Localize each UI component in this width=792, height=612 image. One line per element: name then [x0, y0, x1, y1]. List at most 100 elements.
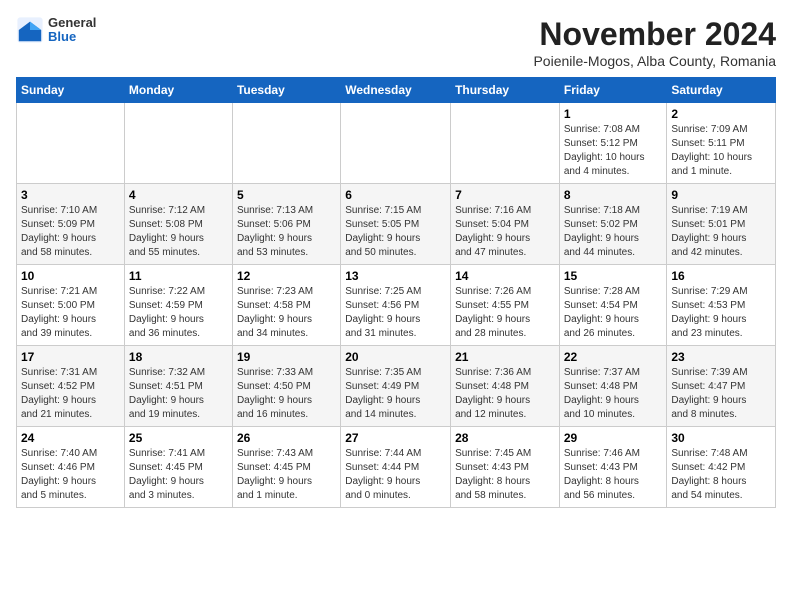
day-detail: Sunrise: 7:48 AMSunset: 4:42 PMDaylight:…: [671, 447, 771, 503]
day-number: 15: [564, 269, 663, 283]
calendar-cell: 11Sunrise: 7:22 AMSunset: 4:59 PMDayligh…: [124, 265, 232, 346]
day-detail: Sunrise: 7:25 AMSunset: 4:56 PMDaylight:…: [345, 285, 446, 341]
calendar-cell: 15 Sunrise: 7:28 AMSunset: 4:54 PMDayligh…: [559, 265, 667, 346]
weekday-header: Friday: [559, 78, 667, 103]
logo-general: General: [48, 16, 96, 30]
calendar-cell: 22 Sunrise: 7:37 AMSunset: 4:48 PMDayligh…: [559, 346, 667, 427]
logo: General Blue: [16, 16, 96, 45]
day-number: 21: [455, 350, 555, 364]
calendar-cell: 21 Sunrise: 7:36 AMSunset: 4:48 PMDayligh…: [451, 346, 560, 427]
day-detail: Sunrise: 7:37 AMSunset: 4:48 PMDaylight:…: [564, 366, 663, 422]
calendar-cell: 17 Sunrise: 7:31 AMSunset: 4:52 PMDayligh…: [17, 346, 125, 427]
calendar-cell: 9Sunrise: 7:19 AMSunset: 5:01 PMDaylight…: [667, 184, 776, 265]
day-number: 11: [129, 269, 228, 283]
calendar-cell: 5Sunrise: 7:13 AMSunset: 5:06 PMDaylight…: [232, 184, 340, 265]
calendar-cell: [341, 103, 451, 184]
day-detail: Sunrise: 7:46 AMSunset: 4:43 PMDaylight:…: [564, 447, 663, 503]
calendar-cell: [124, 103, 232, 184]
calendar-week-row: 1 Sunrise: 7:08 AMSunset: 5:12 PMDaylight…: [17, 103, 776, 184]
calendar-cell: 20 Sunrise: 7:35 AMSunset: 4:49 PMDayligh…: [341, 346, 451, 427]
calendar-cell: 2Sunrise: 7:09 AMSunset: 5:11 PMDaylight…: [667, 103, 776, 184]
calendar-cell: 24 Sunrise: 7:40 AMSunset: 4:46 PMDayligh…: [17, 427, 125, 508]
day-detail: Sunrise: 7:08 AMSunset: 5:12 PMDaylight:…: [564, 123, 663, 179]
day-detail: Sunrise: 7:12 AMSunset: 5:08 PMDaylight:…: [129, 204, 228, 260]
calendar-week-row: 24 Sunrise: 7:40 AMSunset: 4:46 PMDayligh…: [17, 427, 776, 508]
day-number: 29: [564, 431, 663, 445]
calendar-cell: 27Sunrise: 7:44 AMSunset: 4:44 PMDayligh…: [341, 427, 451, 508]
weekday-header: Wednesday: [341, 78, 451, 103]
day-detail: Sunrise: 7:15 AMSunset: 5:05 PMDaylight:…: [345, 204, 446, 260]
day-detail: Sunrise: 7:13 AMSunset: 5:06 PMDaylight:…: [237, 204, 336, 260]
day-number: 12: [237, 269, 336, 283]
day-detail: Sunrise: 7:45 AMSunset: 4:43 PMDaylight:…: [455, 447, 555, 503]
day-detail: Sunrise: 7:28 AMSunset: 4:54 PMDaylight:…: [564, 285, 663, 341]
logo-blue: Blue: [48, 30, 96, 44]
day-number: 28: [455, 431, 555, 445]
calendar-cell: 26 Sunrise: 7:43 AMSunset: 4:45 PMDayligh…: [232, 427, 340, 508]
weekday-header: Sunday: [17, 78, 125, 103]
calendar-week-row: 17 Sunrise: 7:31 AMSunset: 4:52 PMDayligh…: [17, 346, 776, 427]
calendar-cell: [232, 103, 340, 184]
weekday-header: Thursday: [451, 78, 560, 103]
day-number: 20: [345, 350, 446, 364]
calendar-cell: 12Sunrise: 7:23 AMSunset: 4:58 PMDayligh…: [232, 265, 340, 346]
calendar-cell: 19Sunrise: 7:33 AMSunset: 4:50 PMDayligh…: [232, 346, 340, 427]
calendar-cell: [451, 103, 560, 184]
day-number: 3: [21, 188, 120, 202]
calendar-cell: 8 Sunrise: 7:18 AMSunset: 5:02 PMDaylight…: [559, 184, 667, 265]
day-detail: Sunrise: 7:43 AMSunset: 4:45 PMDaylight:…: [237, 447, 336, 503]
day-number: 25: [129, 431, 228, 445]
day-number: 8: [564, 188, 663, 202]
day-detail: Sunrise: 7:39 AMSunset: 4:47 PMDaylight:…: [671, 366, 771, 422]
weekday-header: Tuesday: [232, 78, 340, 103]
weekday-header: Monday: [124, 78, 232, 103]
calendar-cell: 10Sunrise: 7:21 AMSunset: 5:00 PMDayligh…: [17, 265, 125, 346]
calendar-week-row: 3 Sunrise: 7:10 AMSunset: 5:09 PMDaylight…: [17, 184, 776, 265]
title-area: November 2024 Poienile-Mogos, Alba Count…: [533, 16, 776, 69]
day-number: 23: [671, 350, 771, 364]
day-number: 18: [129, 350, 228, 364]
calendar-cell: 29 Sunrise: 7:46 AMSunset: 4:43 PMDayligh…: [559, 427, 667, 508]
calendar-cell: 6 Sunrise: 7:15 AMSunset: 5:05 PMDaylight…: [341, 184, 451, 265]
calendar-cell: 4Sunrise: 7:12 AMSunset: 5:08 PMDaylight…: [124, 184, 232, 265]
day-detail: Sunrise: 7:36 AMSunset: 4:48 PMDaylight:…: [455, 366, 555, 422]
subtitle: Poienile-Mogos, Alba County, Romania: [533, 53, 776, 69]
day-detail: Sunrise: 7:09 AMSunset: 5:11 PMDaylight:…: [671, 123, 771, 179]
day-number: 16: [671, 269, 771, 283]
header: General Blue November 2024 Poienile-Mogo…: [16, 16, 776, 69]
day-number: 27: [345, 431, 446, 445]
day-number: 19: [237, 350, 336, 364]
day-number: 10: [21, 269, 120, 283]
calendar-cell: 14 Sunrise: 7:26 AMSunset: 4:55 PMDayligh…: [451, 265, 560, 346]
day-detail: Sunrise: 7:31 AMSunset: 4:52 PMDaylight:…: [21, 366, 120, 422]
calendar-cell: 28 Sunrise: 7:45 AMSunset: 4:43 PMDayligh…: [451, 427, 560, 508]
day-number: 26: [237, 431, 336, 445]
calendar-cell: 1 Sunrise: 7:08 AMSunset: 5:12 PMDaylight…: [559, 103, 667, 184]
day-detail: Sunrise: 7:10 AMSunset: 5:09 PMDaylight:…: [21, 204, 120, 260]
day-detail: Sunrise: 7:40 AMSunset: 4:46 PMDaylight:…: [21, 447, 120, 503]
day-detail: Sunrise: 7:32 AMSunset: 4:51 PMDaylight:…: [129, 366, 228, 422]
day-number: 6: [345, 188, 446, 202]
calendar-cell: 16Sunrise: 7:29 AMSunset: 4:53 PMDayligh…: [667, 265, 776, 346]
day-number: 30: [671, 431, 771, 445]
weekday-header: Saturday: [667, 78, 776, 103]
logo-icon: [16, 16, 44, 44]
day-number: 22: [564, 350, 663, 364]
weekday-header-row: SundayMondayTuesdayWednesdayThursdayFrid…: [17, 78, 776, 103]
day-detail: Sunrise: 7:26 AMSunset: 4:55 PMDaylight:…: [455, 285, 555, 341]
calendar-cell: 30 Sunrise: 7:48 AMSunset: 4:42 PMDayligh…: [667, 427, 776, 508]
calendar-cell: 25 Sunrise: 7:41 AMSunset: 4:45 PMDayligh…: [124, 427, 232, 508]
calendar: SundayMondayTuesdayWednesdayThursdayFrid…: [16, 77, 776, 508]
day-number: 14: [455, 269, 555, 283]
calendar-cell: 13Sunrise: 7:25 AMSunset: 4:56 PMDayligh…: [341, 265, 451, 346]
calendar-week-row: 10Sunrise: 7:21 AMSunset: 5:00 PMDayligh…: [17, 265, 776, 346]
day-number: 9: [671, 188, 771, 202]
day-detail: Sunrise: 7:35 AMSunset: 4:49 PMDaylight:…: [345, 366, 446, 422]
day-detail: Sunrise: 7:41 AMSunset: 4:45 PMDaylight:…: [129, 447, 228, 503]
day-number: 17: [21, 350, 120, 364]
day-detail: Sunrise: 7:18 AMSunset: 5:02 PMDaylight:…: [564, 204, 663, 260]
logo-text: General Blue: [48, 16, 96, 45]
day-number: 24: [21, 431, 120, 445]
day-number: 1: [564, 107, 663, 121]
calendar-cell: 7Sunrise: 7:16 AMSunset: 5:04 PMDaylight…: [451, 184, 560, 265]
